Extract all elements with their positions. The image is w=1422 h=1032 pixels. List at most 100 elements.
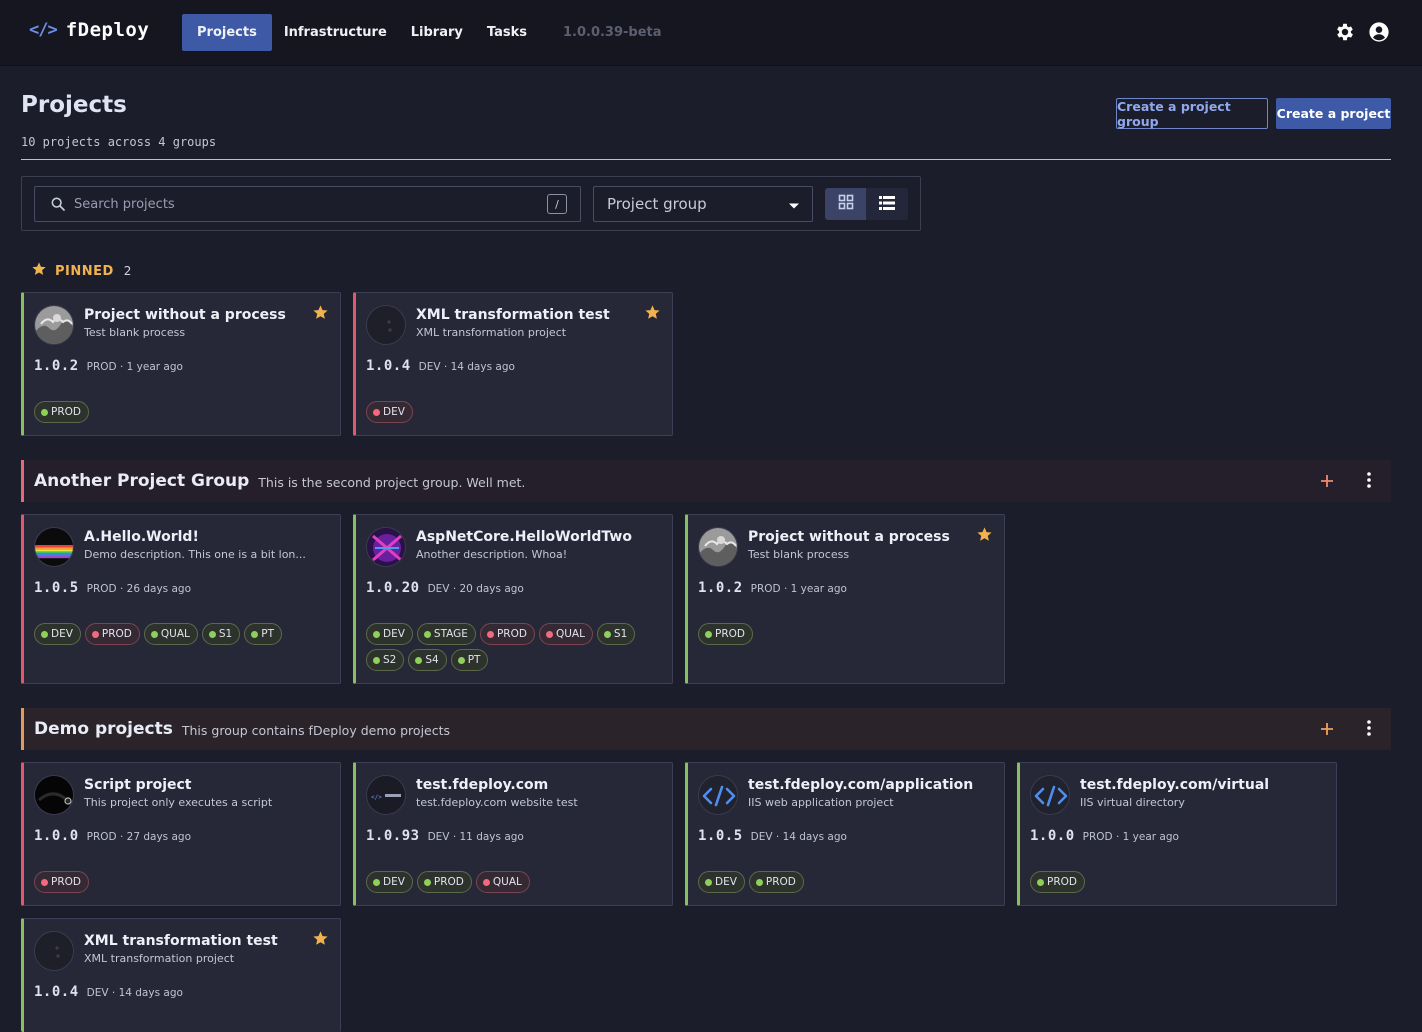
environment-tag[interactable]: DEV: [366, 401, 413, 423]
release-meta: DEV · 11 days ago: [427, 831, 524, 843]
group-more-options-icon[interactable]: [1367, 720, 1371, 740]
pinned-star-icon[interactable]: [976, 526, 993, 547]
project-group-select[interactable]: Project group: [593, 186, 813, 222]
project-card[interactable]: A.Hello.World! Demo description. This on…: [21, 514, 341, 684]
environment-tag[interactable]: PROD: [698, 623, 753, 645]
environment-tag[interactable]: DEV: [698, 871, 745, 893]
release-version[interactable]: 1.0.0: [34, 828, 79, 844]
project-card[interactable]: </> test.fdeploy.com test.fdeploy.com we…: [353, 762, 673, 906]
brand-name: fDeploy: [65, 19, 150, 41]
group-name[interactable]: Demo projects: [34, 719, 173, 739]
nav-link-tasks[interactable]: Tasks: [475, 14, 539, 51]
environment-tag[interactable]: STAGE: [416, 623, 476, 645]
create-project-button[interactable]: Create a project: [1276, 98, 1391, 129]
environment-tag[interactable]: PROD: [84, 623, 140, 645]
release-version[interactable]: 1.0.2: [34, 358, 79, 374]
gear-icon[interactable]: [1334, 21, 1356, 43]
project-name[interactable]: Script project: [84, 777, 192, 793]
environment-tag[interactable]: DEV: [366, 623, 413, 645]
release-version[interactable]: 1.0.93: [366, 828, 420, 844]
environment-tag[interactable]: PROD: [34, 401, 89, 423]
environment-tag[interactable]: PROD: [748, 871, 804, 893]
release-version[interactable]: 1.0.20: [366, 580, 420, 596]
pinned-star-icon[interactable]: [312, 930, 329, 951]
release-version[interactable]: 1.0.2: [698, 580, 743, 596]
project-card[interactable]: Project without a process Test blank pro…: [685, 514, 1005, 684]
status-dot-icon: [545, 630, 553, 638]
nav-link-projects[interactable]: Projects: [182, 14, 272, 51]
status-dot-icon: [457, 656, 465, 664]
release-version[interactable]: 1.0.5: [698, 828, 743, 844]
code-brackets-icon: [1030, 775, 1070, 815]
release-version[interactable]: 1.0.0: [1030, 828, 1075, 844]
project-card[interactable]: AspNetCore.HelloWorldTwo Another descrip…: [353, 514, 673, 684]
tag-label: DEV: [51, 628, 73, 640]
release-version[interactable]: 1.0.4: [366, 358, 411, 374]
nav-link-infrastructure[interactable]: Infrastructure: [272, 14, 399, 51]
add-project-to-group-plus-icon[interactable]: [1320, 469, 1334, 494]
environment-tag[interactable]: S4: [408, 649, 447, 671]
environment-tag[interactable]: DEV: [366, 871, 413, 893]
environment-tag[interactable]: PROD: [416, 871, 472, 893]
project-card[interactable]: XML transformation test XML transformati…: [21, 918, 341, 1032]
environment-tag[interactable]: PT: [244, 623, 282, 645]
project-card[interactable]: test.fdeploy.com/application IIS web app…: [685, 762, 1005, 906]
tag-label: S1: [613, 628, 628, 640]
environment-tags: DEV: [366, 401, 666, 423]
tag-label: DEV: [383, 406, 405, 418]
search-icon: [50, 196, 66, 212]
environment-tag[interactable]: S1: [201, 623, 241, 645]
environment-tags: DEV PROD QUAL S1 PT: [34, 623, 334, 645]
project-name[interactable]: test.fdeploy.com/virtual: [1080, 777, 1269, 793]
project-name[interactable]: Project without a process: [84, 307, 286, 323]
environment-tag[interactable]: QUAL: [538, 623, 593, 645]
release-info: 1.0.4 DEV · 14 days ago: [34, 984, 183, 1000]
project-name[interactable]: Project without a process: [748, 529, 950, 545]
search-input[interactable]: Search projects /: [34, 186, 581, 222]
project-name[interactable]: XML transformation test: [84, 933, 278, 949]
project-group-header: Demo projects This group contains fDeplo…: [21, 708, 1391, 750]
status-dot-icon: [41, 878, 48, 886]
pinned-star-icon[interactable]: [644, 304, 661, 325]
tag-label: PROD: [101, 628, 132, 640]
project-name[interactable]: test.fdeploy.com/application: [748, 777, 973, 793]
create-project-group-button[interactable]: Create a project group: [1116, 98, 1268, 129]
tag-label: PROD: [51, 876, 81, 888]
environment-tag[interactable]: PT: [450, 649, 489, 671]
tag-label: PROD: [433, 876, 464, 888]
nav-link-library[interactable]: Library: [399, 14, 475, 51]
project-avatar: </>: [366, 775, 406, 815]
project-name[interactable]: XML transformation test: [416, 307, 610, 323]
project-name[interactable]: test.fdeploy.com: [416, 777, 548, 793]
project-name[interactable]: A.Hello.World!: [84, 529, 199, 545]
status-dot-icon: [705, 878, 712, 886]
environment-tag[interactable]: PROD: [1030, 871, 1085, 893]
environment-tag[interactable]: S2: [366, 649, 405, 671]
environment-tag[interactable]: QUAL: [475, 871, 530, 893]
add-project-to-group-plus-icon[interactable]: [1320, 717, 1334, 742]
pinned-star-icon[interactable]: [312, 304, 329, 325]
release-meta: DEV · 14 days ago: [86, 987, 183, 999]
project-card[interactable]: Script project This project only execute…: [21, 762, 341, 906]
filter-bar: Search projects / Project group: [21, 176, 921, 231]
project-card[interactable]: Project without a process Test blank pro…: [21, 292, 341, 436]
release-version[interactable]: 1.0.4: [34, 984, 79, 1000]
environment-tag[interactable]: S1: [596, 623, 636, 645]
user-circle-icon[interactable]: [1368, 21, 1390, 43]
environment-tag[interactable]: PROD: [479, 623, 535, 645]
list-view-button[interactable]: [866, 188, 907, 220]
release-info: 1.0.93 DEV · 11 days ago: [366, 828, 524, 844]
release-version[interactable]: 1.0.5: [34, 580, 79, 596]
grid-view-button[interactable]: [825, 188, 866, 220]
environment-tag[interactable]: PROD: [34, 871, 89, 893]
environment-tag[interactable]: QUAL: [143, 623, 198, 645]
status-dot-icon: [486, 630, 494, 638]
group-name[interactable]: Another Project Group: [34, 471, 249, 491]
environment-tag[interactable]: DEV: [34, 623, 81, 645]
project-card[interactable]: XML transformation test XML transformati…: [353, 292, 673, 436]
project-name[interactable]: AspNetCore.HelloWorldTwo: [416, 529, 632, 545]
group-more-options-icon[interactable]: [1367, 472, 1371, 492]
brand[interactable]: </> fDeploy: [29, 19, 149, 41]
status-dot-icon: [373, 630, 380, 638]
project-card[interactable]: test.fdeploy.com/virtual IIS virtual dir…: [1017, 762, 1337, 906]
